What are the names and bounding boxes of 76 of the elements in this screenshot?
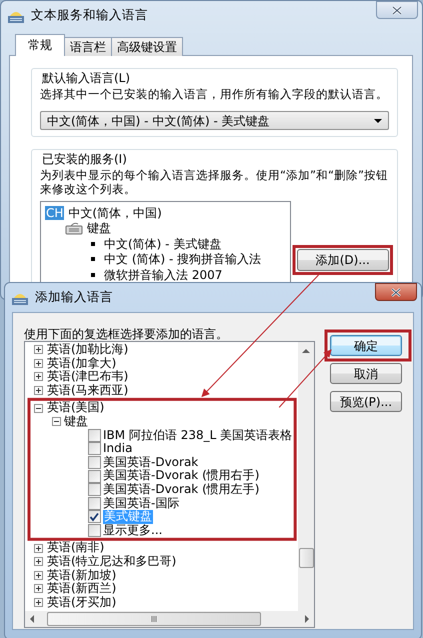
close-button[interactable] [376,1,418,19]
checkbox[interactable] [88,428,101,442]
language-badge: CH [45,206,64,220]
checkbox[interactable] [88,483,101,496]
tree-item[interactable]: India [103,442,132,456]
collapse-icon[interactable] [34,404,43,413]
vertical-scrollbar[interactable] [298,342,314,611]
dialog-button[interactable]: 确定 [330,335,402,356]
expand-icon[interactable] [34,372,43,382]
checkbox[interactable] [88,496,101,510]
expand-icon[interactable] [34,598,43,607]
instruction-text: 使用下面的复选框选择要添加的语言。 [24,326,229,341]
dialog-button[interactable]: 预览(P)... [330,391,402,412]
tree-item[interactable]: IBM 阿拉伯语 238_L 美国英语表格 [103,428,292,442]
window-title: 文本服务和输入语言 [31,6,148,24]
grip-icon [151,616,157,622]
expand-icon[interactable] [34,345,43,354]
bullet-icon [91,272,95,277]
scroll-up-icon [302,348,310,354]
checkbox[interactable] [88,456,101,470]
checkbox[interactable] [88,442,101,456]
tree-item[interactable]: 英语(牙买加) [47,596,116,610]
checkbox[interactable] [88,470,101,483]
description-text: 为列表中显示的每个输入语言选择服务。使用“添加”和“删除”按钮来修改这个列表。 [40,168,389,196]
tree-item[interactable]: 键盘 [87,219,111,238]
tree-item[interactable]: 美国英语-Dvorak [103,456,198,470]
tree-item[interactable]: 英语(美国) [47,401,104,415]
language-dropdown[interactable]: 中文(简体，中国) - 中文(简体) - 美式键盘 [40,111,389,130]
scrollbar-thumb[interactable] [47,612,261,626]
tree-item[interactable]: 美国英语-国际 [103,496,180,510]
tab[interactable]: 语言栏 [64,37,112,56]
expand-icon[interactable] [34,544,43,553]
add-button[interactable]: 添加(D)... [296,249,389,271]
tree-item[interactable]: 英语(南非) [47,541,104,555]
tree-item[interactable]: 中文 (简体) - 搜狗拼音输入法 [104,250,262,268]
tree-item[interactable]: 美国英语-Dvorak (惯用左手) [103,482,260,497]
close-icon [391,4,403,16]
checkbox[interactable] [88,510,101,524]
tree-item[interactable]: 显示更多... [103,524,162,538]
tree-item[interactable]: 中文(简体，中国) [68,204,162,222]
close-button[interactable] [375,283,417,301]
tab[interactable]: 高级键设置 [111,37,183,56]
tree-item[interactable]: 英语(马来西亚) [47,384,128,398]
close-icon [390,286,402,298]
dialog-button[interactable]: 取消 [330,363,402,384]
scrollbar-thumb[interactable] [298,548,314,568]
expand-icon[interactable] [34,570,43,580]
expand-icon[interactable] [34,557,43,566]
bullet-icon [91,257,95,262]
tree-item[interactable]: 英语(新西兰) [47,582,116,596]
tree-item[interactable]: 英语(津巴布韦) [47,370,128,384]
bullet-icon [91,242,95,246]
scroll-right-icon [304,615,310,623]
group-heading: 已安装的服务(I) [40,152,129,166]
window-title: 添加输入语言 [35,288,113,306]
tab[interactable]: 常规 [15,34,65,56]
checkbox[interactable] [88,524,101,538]
horizontal-scrollbar[interactable] [25,611,314,627]
tree-item[interactable]: 英语(新加坡) [47,568,116,582]
tree-item[interactable]: 微软拼音输入法 2007 [104,266,222,284]
expand-icon[interactable] [34,358,43,368]
tree-item[interactable]: 英语(加勒比海) [47,343,128,357]
caret-icon [374,118,382,122]
dropdown-value: 中文(简体，中国) - 中文(简体) - 美式键盘 [47,112,270,130]
expand-icon[interactable] [34,386,43,396]
tree-item[interactable]: 键盘 [64,414,88,429]
group-heading: 默认输入语言(L) [40,71,132,85]
tree-item[interactable]: 中文(简体) - 美式键盘 [104,234,222,253]
tree-item[interactable]: 英语(特立尼达和多巴哥) [47,554,176,568]
tree-item[interactable]: 美国英语-Dvorak (惯用右手) [103,469,260,483]
description-text: 选择其中一个已安装的输入语言，用作所有输入字段的默认语言。 [40,87,389,101]
check-icon [89,512,100,522]
scroll-left-icon [29,615,35,623]
tree-item[interactable]: 英语(加拿大) [47,356,116,370]
collapse-icon[interactable] [52,417,61,426]
expand-icon[interactable] [34,584,43,594]
